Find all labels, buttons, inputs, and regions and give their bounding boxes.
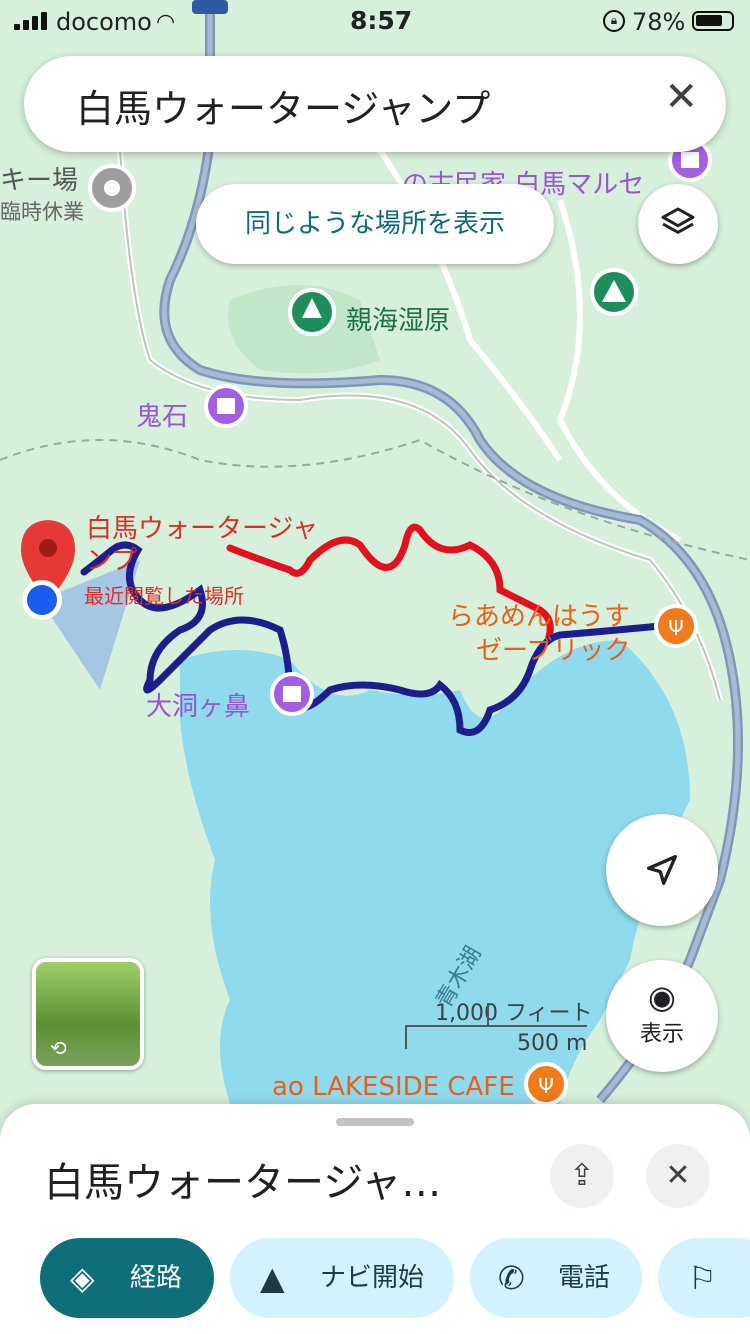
svg-text:Ψ: Ψ bbox=[668, 616, 684, 640]
ohora-label: 大洞ヶ鼻 bbox=[146, 692, 251, 722]
camera-icon: ◉ bbox=[648, 978, 676, 1016]
phone-icon: ✆ bbox=[498, 1259, 525, 1297]
ramen-label-line1: らあめんはうす bbox=[448, 602, 631, 632]
save-button[interactable]: ⚐ bbox=[658, 1238, 750, 1318]
orientation-lock-icon: 🔒︎ bbox=[603, 10, 625, 32]
bookmark-icon: ⚐ bbox=[688, 1259, 717, 1297]
place-bottom-sheet[interactable]: 白馬ウォータージャ… ⇪ ✕ ◈ 経路 ▲ ナビ開始 ✆ 電話 ⚐ bbox=[0, 1104, 750, 1334]
clock: 8:57 bbox=[350, 6, 413, 35]
wifi-icon: ◠ bbox=[156, 10, 176, 35]
navigation-icon: ▲ bbox=[260, 1259, 285, 1297]
lens-show-button[interactable]: ◉ 表示 bbox=[606, 960, 718, 1072]
svg-text:Ψ: Ψ bbox=[538, 1074, 554, 1098]
scale-feet: 1,000 フィート bbox=[435, 1001, 593, 1026]
directions-icon: ◈ bbox=[70, 1259, 95, 1297]
share-icon: ⇪ bbox=[569, 1158, 595, 1193]
rotate-360-icon: ⟲ bbox=[50, 1036, 67, 1060]
layers-icon bbox=[661, 207, 695, 234]
scale-meters: 500 m bbox=[517, 1031, 588, 1056]
poi-ramen-marker[interactable]: Ψ bbox=[654, 604, 698, 648]
closed-label: 臨時休業 bbox=[0, 200, 84, 224]
place-title: 白馬ウォータージャ… bbox=[44, 1160, 442, 1206]
place-title-line2: ンプ bbox=[86, 546, 138, 576]
poi-campsite-marker[interactable] bbox=[590, 268, 638, 316]
street-view-thumbnail[interactable]: ⟲ bbox=[32, 958, 144, 1070]
search-query[interactable]: 白馬ウォータージャンプ bbox=[76, 78, 490, 133]
navigation-arrow-icon bbox=[647, 855, 677, 885]
start-navigation-label: ナビ開始 bbox=[320, 1263, 425, 1293]
poi-cafe-marker[interactable]: Ψ bbox=[524, 1062, 568, 1106]
ski-label: キー場 bbox=[0, 166, 79, 196]
poi-ohora-marker[interactable] bbox=[270, 672, 314, 716]
recent-label: 最近閲覧した場所 bbox=[84, 584, 244, 608]
similar-places-chip[interactable]: 同じような場所を表示 bbox=[196, 184, 554, 264]
start-navigation-button[interactable]: ▲ ナビ開始 bbox=[230, 1238, 454, 1318]
status-bar: docomo ◠ 8:57 🔒︎ 78% bbox=[0, 0, 750, 44]
close-icon[interactable]: ✕ bbox=[664, 74, 698, 120]
search-bar[interactable]: 白馬ウォータージャンプ ✕ bbox=[24, 56, 726, 152]
ramen-label-line2: ゼーブリック bbox=[476, 636, 631, 666]
battery-percent: 78% bbox=[632, 8, 686, 36]
battery-icon bbox=[692, 11, 734, 31]
carrier-name: docomo bbox=[56, 8, 152, 36]
current-location-dot bbox=[22, 580, 62, 620]
sheet-close-button[interactable]: ✕ bbox=[646, 1144, 710, 1208]
directions-label: 経路 bbox=[130, 1263, 183, 1293]
directions-button[interactable]: ◈ 経路 bbox=[40, 1238, 214, 1318]
show-label: 表示 bbox=[639, 1022, 684, 1047]
poi-oyami-marker[interactable] bbox=[288, 288, 336, 336]
share-button[interactable]: ⇪ bbox=[550, 1144, 614, 1208]
call-button[interactable]: ✆ 電話 bbox=[470, 1238, 642, 1318]
my-location-button[interactable] bbox=[606, 814, 718, 926]
cafe-label: ao LAKESIDE CAFE bbox=[272, 1072, 515, 1102]
oniishi-label: 鬼石 bbox=[136, 402, 189, 432]
poi-ski-marker[interactable] bbox=[88, 164, 136, 212]
signal-icon bbox=[14, 12, 50, 30]
layers-button[interactable] bbox=[638, 184, 718, 264]
sheet-grab-handle[interactable] bbox=[336, 1118, 414, 1126]
call-label: 電話 bbox=[558, 1263, 611, 1293]
oyami-label: 親海湿原 bbox=[346, 306, 451, 336]
close-icon: ✕ bbox=[665, 1158, 691, 1193]
poi-oniishi-marker[interactable] bbox=[204, 384, 248, 428]
